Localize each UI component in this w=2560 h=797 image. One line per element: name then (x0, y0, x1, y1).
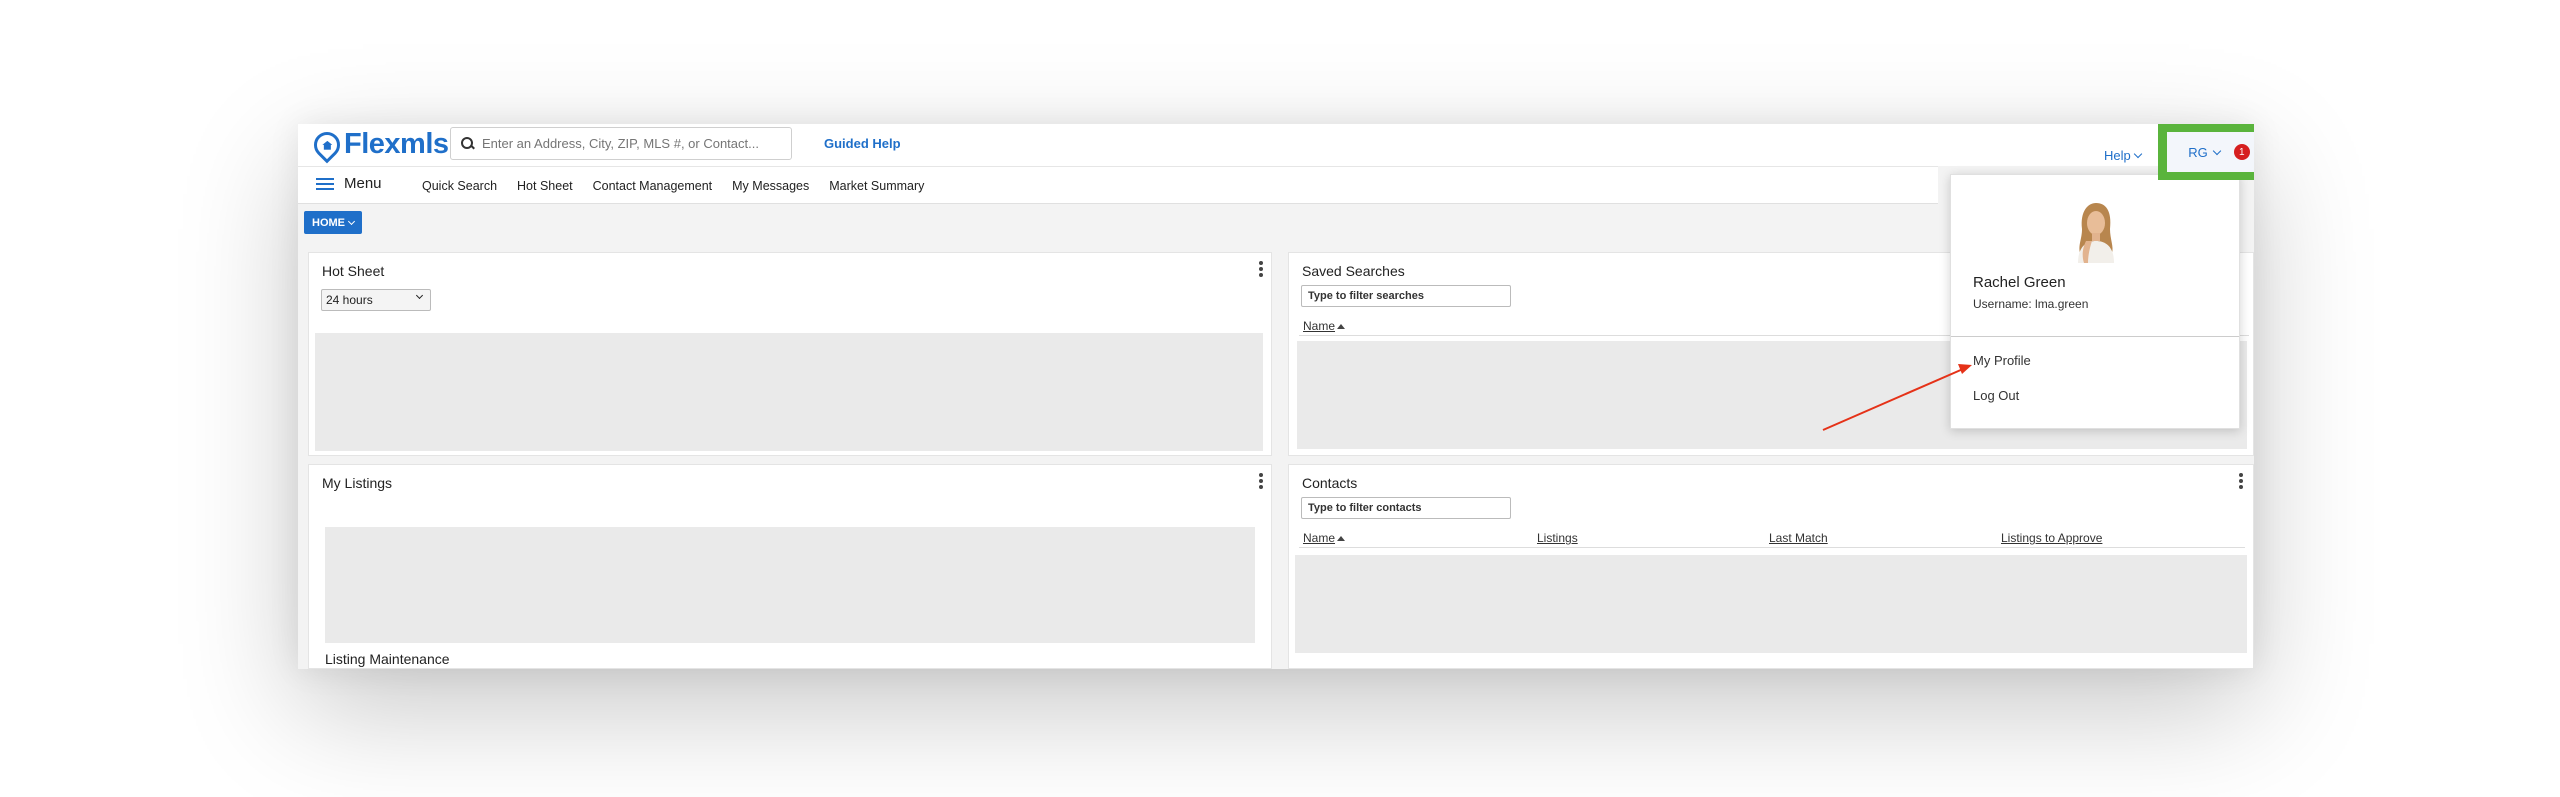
loading-placeholder (325, 527, 1255, 643)
page-toolbar: HOME (298, 204, 1938, 244)
contacts-panel: Contacts Type to filter contacts Name Li… (1288, 464, 2254, 669)
global-search[interactable] (450, 127, 792, 160)
column-listings-to-approve[interactable]: Listings to Approve (2001, 531, 2102, 545)
hamburger-icon (316, 177, 334, 190)
username-text: Username: lma.green (1973, 297, 2089, 311)
chevron-down-icon (415, 291, 424, 300)
chevron-down-icon (347, 217, 356, 225)
my-listings-panel: My Listings Listing Maintenance (308, 464, 1272, 669)
filter-placeholder: Type to filter searches (1308, 290, 1424, 302)
listing-maintenance-heading: Listing Maintenance (325, 651, 450, 667)
nav-my-messages[interactable]: My Messages (732, 179, 809, 193)
sort-up-icon (1337, 536, 1346, 542)
logo-text: Flexmls (344, 128, 449, 160)
screenshot-stage: Flexmls Guided Help Help RG 1 (0, 0, 2560, 797)
panel-title: Saved Searches (1302, 263, 1405, 279)
time-range-select[interactable]: 24 hours (321, 289, 431, 311)
panel-title: Hot Sheet (322, 263, 385, 279)
chevron-down-icon (2133, 149, 2142, 159)
filter-contacts-input[interactable]: Type to filter contacts (1301, 497, 1511, 519)
filter-searches-input[interactable]: Type to filter searches (1301, 285, 1511, 307)
flexmls-logo[interactable]: Flexmls (308, 126, 449, 163)
kebab-menu-icon[interactable] (2239, 473, 2243, 489)
kebab-menu-icon[interactable] (1259, 261, 1263, 277)
sort-up-icon (1337, 324, 1346, 330)
search-input[interactable] (482, 136, 782, 151)
select-value: 24 hours (326, 293, 373, 307)
help-menu[interactable]: Help (2104, 148, 2142, 163)
user-initials: RG (2188, 144, 2208, 160)
home-dropdown-button[interactable]: HOME (304, 211, 362, 234)
user-menu-highlight: RG 1 (2158, 124, 2254, 180)
chevron-down-icon (2212, 146, 2221, 155)
main-nav: Menu Quick Search Hot Sheet Contact Mana… (298, 166, 1938, 204)
column-name[interactable]: Name (1303, 531, 1346, 545)
user-full-name: Rachel Green (1973, 274, 2066, 291)
menu-button[interactable]: Menu (316, 175, 382, 192)
filter-placeholder: Type to filter contacts (1308, 502, 1422, 514)
nav-contact-management[interactable]: Contact Management (593, 179, 713, 193)
column-name[interactable]: Name (1303, 319, 1346, 333)
user-dropdown-menu: Rachel Green Username: lma.green My Prof… (1950, 174, 2240, 429)
flexmls-app-window: Flexmls Guided Help Help RG 1 (298, 124, 2254, 669)
guided-help-link[interactable]: Guided Help (824, 136, 901, 151)
menu-item-my-profile[interactable]: My Profile (1973, 353, 2031, 368)
panel-title: Contacts (1302, 475, 1358, 491)
search-icon (461, 137, 474, 150)
hot-sheet-panel: Hot Sheet 24 hours (308, 252, 1272, 456)
divider (1299, 547, 2245, 548)
avatar (2068, 201, 2122, 263)
column-last-match[interactable]: Last Match (1769, 531, 1828, 545)
loading-placeholder (315, 333, 1263, 451)
menu-item-log-out[interactable]: Log Out (1973, 388, 2019, 403)
loading-placeholder (1295, 555, 2247, 653)
kebab-menu-icon[interactable] (1259, 473, 1263, 489)
panel-title: My Listings (322, 475, 393, 491)
user-menu-button[interactable]: RG 1 (2167, 132, 2254, 172)
top-bar: Flexmls Guided Help Help (298, 124, 2254, 166)
home-label: HOME (312, 216, 345, 229)
nav-quick-search[interactable]: Quick Search (422, 179, 497, 193)
nav-market-summary[interactable]: Market Summary (829, 179, 924, 193)
menu-label: Menu (344, 175, 382, 192)
nav-hot-sheet[interactable]: Hot Sheet (517, 179, 573, 193)
nav-items: Quick Search Hot Sheet Contact Managemen… (422, 179, 924, 193)
column-listings[interactable]: Listings (1537, 531, 1578, 545)
notification-badge: 1 (2233, 144, 2250, 160)
logo-house-icon (308, 126, 346, 163)
help-label: Help (2104, 148, 2131, 163)
divider (1951, 336, 2239, 337)
